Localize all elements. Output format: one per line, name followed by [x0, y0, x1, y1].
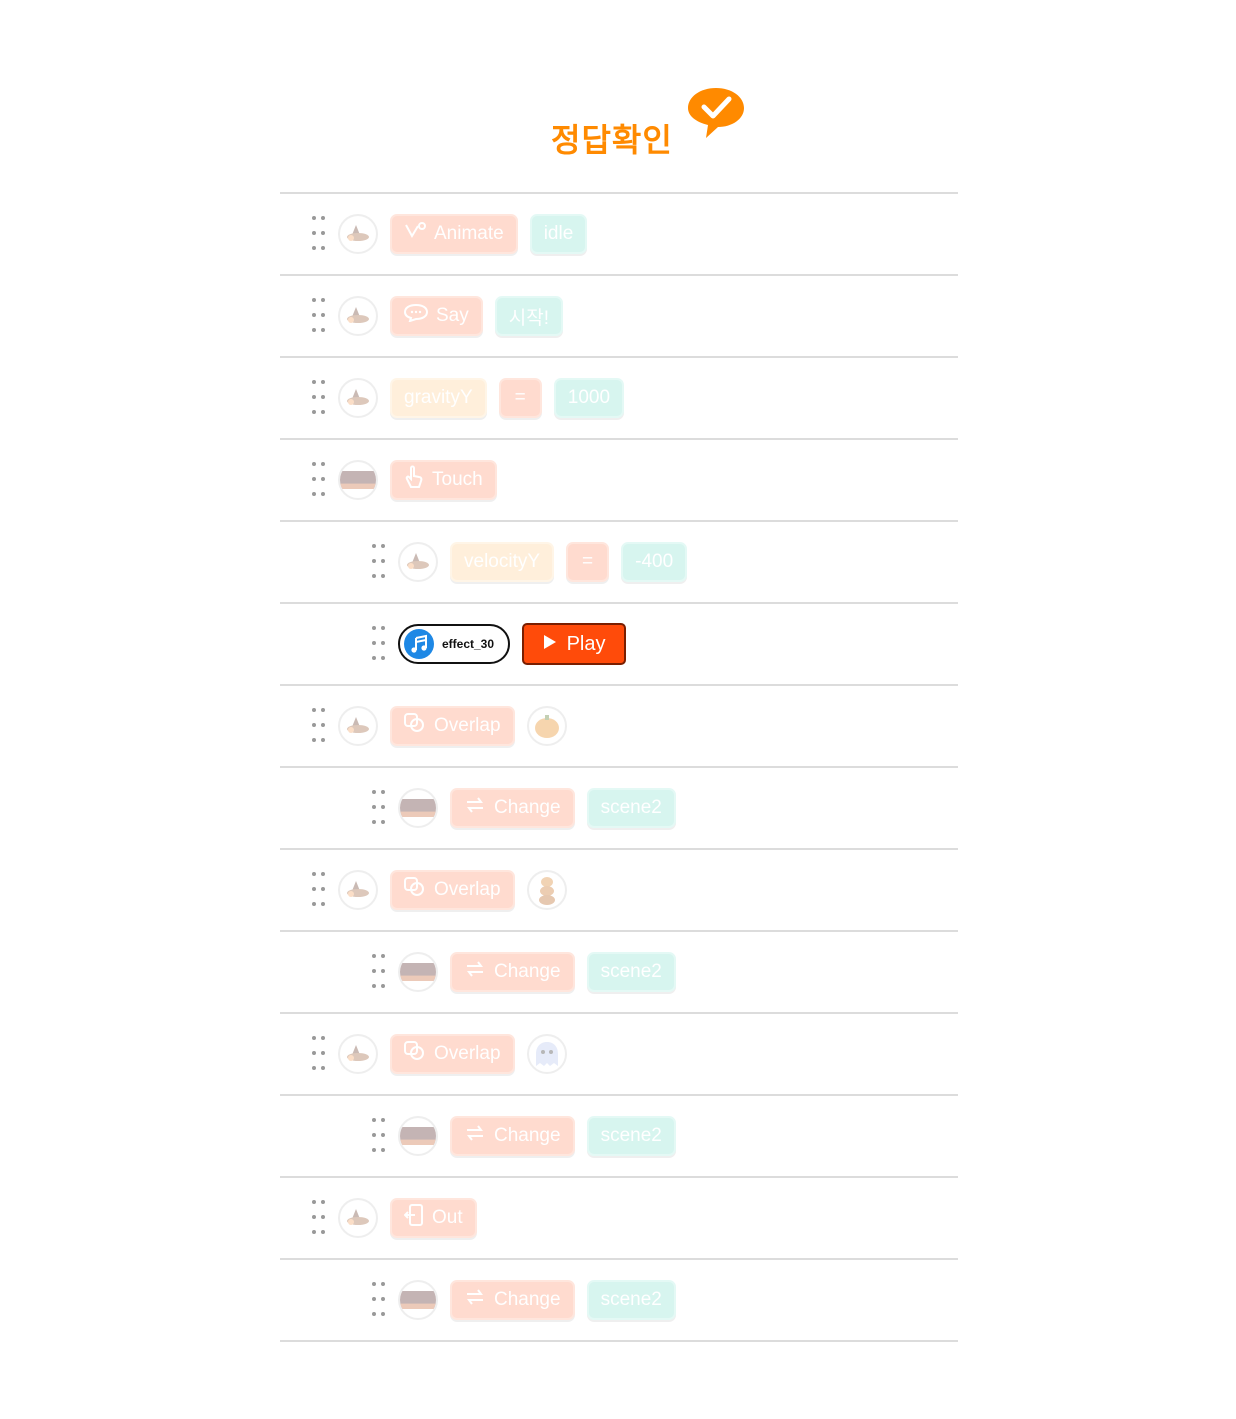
touch-block[interactable]: Touch: [390, 460, 497, 500]
sound-name: effect_30: [442, 637, 495, 651]
animate-label: Animate: [434, 223, 504, 244]
play-button[interactable]: Play: [522, 623, 627, 665]
drag-handle-icon[interactable]: [312, 216, 326, 252]
background-sprite-avatar[interactable]: [398, 1280, 438, 1320]
change-icon: [464, 1123, 486, 1149]
change-icon: [464, 1287, 486, 1313]
change-icon: [464, 959, 486, 985]
code-row: Out: [280, 1176, 958, 1258]
animate-icon: [404, 222, 426, 246]
sound-selector[interactable]: effect_30: [398, 624, 511, 664]
drag-handle-icon[interactable]: [372, 790, 386, 826]
drag-handle-icon[interactable]: [312, 1200, 326, 1236]
overlap-icon: [404, 1041, 426, 1067]
overlap-label: Overlap: [434, 715, 501, 736]
code-row: Say 시작!: [280, 274, 958, 356]
change-label: Change: [494, 1125, 561, 1146]
change-block[interactable]: Change: [450, 1116, 575, 1156]
touch-icon: [404, 465, 424, 495]
code-row: Change scene2: [280, 766, 958, 848]
background-sprite-avatar[interactable]: [398, 788, 438, 828]
animate-block[interactable]: Animate: [390, 214, 518, 254]
page-title: 정답확인: [551, 121, 673, 159]
witch-sprite-avatar[interactable]: [338, 214, 378, 254]
drag-handle-icon[interactable]: [312, 380, 326, 416]
code-row: Overlap: [280, 848, 958, 930]
code-row-active: effect_30 Play: [280, 602, 958, 684]
code-block-list: Animate idle Say 시작! gravityY = 1000 Tou…: [280, 192, 958, 1342]
scene-value[interactable]: scene2: [586, 1116, 676, 1156]
overlap-icon: [404, 877, 426, 903]
play-icon: [543, 633, 557, 656]
overlap-label: Overlap: [434, 1043, 501, 1064]
scene-value[interactable]: scene2: [586, 952, 676, 992]
say-text-value[interactable]: 시작!: [494, 296, 563, 336]
drag-handle-icon[interactable]: [372, 1118, 386, 1154]
code-row: velocityY = -400: [280, 520, 958, 602]
out-label: Out: [432, 1207, 463, 1228]
code-row: Overlap: [280, 1012, 958, 1094]
witch-sprite-avatar[interactable]: [338, 706, 378, 746]
overlap-icon: [404, 713, 426, 739]
drag-handle-icon[interactable]: [372, 954, 386, 990]
overlap-block[interactable]: Overlap: [390, 1034, 515, 1074]
code-row: Animate idle: [280, 192, 958, 274]
drag-handle-icon[interactable]: [312, 708, 326, 744]
animation-name-value[interactable]: idle: [529, 214, 588, 254]
change-label: Change: [494, 1289, 561, 1310]
touch-label: Touch: [432, 469, 483, 490]
background-sprite-avatar[interactable]: [398, 952, 438, 992]
drag-handle-icon[interactable]: [312, 1036, 326, 1072]
witch-sprite-avatar[interactable]: [338, 870, 378, 910]
scene-value[interactable]: scene2: [586, 1280, 676, 1320]
code-row: Change scene2: [280, 1094, 958, 1176]
overlap-block[interactable]: Overlap: [390, 870, 515, 910]
number-value[interactable]: 1000: [553, 378, 625, 418]
speech-bubble-icon: [403, 303, 429, 328]
operator-block[interactable]: =: [566, 542, 610, 582]
operator-block[interactable]: =: [498, 378, 542, 418]
change-block[interactable]: Change: [450, 788, 575, 828]
drag-handle-icon[interactable]: [372, 626, 386, 662]
drag-handle-icon[interactable]: [312, 872, 326, 908]
change-icon: [464, 795, 486, 821]
code-row: Change scene2: [280, 1258, 958, 1342]
background-sprite-avatar[interactable]: [338, 460, 378, 500]
exit-icon: [403, 1204, 424, 1232]
music-note-icon: [404, 629, 434, 659]
scene-value[interactable]: scene2: [586, 788, 676, 828]
change-label: Change: [494, 961, 561, 982]
witch-sprite-avatar[interactable]: [338, 1198, 378, 1238]
overlap-label: Overlap: [434, 879, 501, 900]
witch-sprite-avatar[interactable]: [398, 542, 438, 582]
say-label: Say: [436, 305, 469, 326]
property-block[interactable]: velocityY: [450, 542, 555, 582]
code-row: gravityY = 1000: [280, 356, 958, 438]
pumpkin-stack-sprite-avatar[interactable]: [526, 870, 567, 910]
check-bubble-icon: [686, 86, 746, 140]
change-block[interactable]: Change: [450, 1280, 575, 1320]
say-block[interactable]: Say: [390, 296, 483, 336]
drag-handle-icon[interactable]: [312, 462, 326, 498]
property-block[interactable]: gravityY: [390, 378, 487, 418]
change-block[interactable]: Change: [450, 952, 575, 992]
out-block[interactable]: Out: [390, 1198, 477, 1238]
pumpkin-sprite-avatar[interactable]: [526, 706, 567, 746]
witch-sprite-avatar[interactable]: [338, 296, 378, 336]
witch-sprite-avatar[interactable]: [338, 1034, 378, 1074]
drag-handle-icon[interactable]: [372, 1282, 386, 1318]
ghost-sprite-avatar[interactable]: [526, 1034, 567, 1074]
code-row: Change scene2: [280, 930, 958, 1012]
code-row: Touch: [280, 438, 958, 520]
code-row: Overlap: [280, 684, 958, 766]
background-sprite-avatar[interactable]: [398, 1116, 438, 1156]
number-value[interactable]: -400: [621, 542, 688, 582]
play-label: Play: [566, 632, 606, 655]
drag-handle-icon[interactable]: [312, 298, 326, 334]
drag-handle-icon[interactable]: [372, 544, 386, 580]
change-label: Change: [494, 797, 561, 818]
witch-sprite-avatar[interactable]: [338, 378, 378, 418]
overlap-block[interactable]: Overlap: [390, 706, 515, 746]
